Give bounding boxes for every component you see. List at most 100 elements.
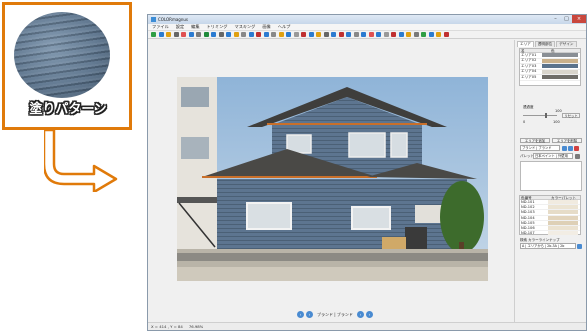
toolbar-tool-icon[interactable] [443, 32, 449, 37]
status-bar: X = 414 , Y = 84 76.98% [148, 322, 586, 330]
toolbar-tool-icon[interactable] [166, 32, 171, 37]
delete-pattern-icon[interactable] [574, 145, 579, 151]
canvas-area: ‹ ‹ ブランド | ブランド › › [148, 40, 515, 323]
toolbar-tool-icon[interactable] [323, 32, 329, 37]
toolbar-tool-icon[interactable] [203, 32, 209, 37]
toolbar-tool-icon[interactable] [211, 32, 216, 37]
area-name: エリア01 [521, 52, 537, 57]
toolbar-tool-icon[interactable] [256, 32, 261, 37]
toolbar-tool-icon[interactable] [301, 32, 306, 37]
toolbar-tool-icon[interactable] [278, 32, 284, 37]
edit-pattern-icon[interactable] [568, 145, 573, 151]
window-controls: – □ × [550, 15, 586, 24]
toolbar-tool-icon[interactable] [181, 32, 186, 37]
opacity-slider-track [523, 115, 557, 116]
toolbar-tool-icon[interactable] [413, 32, 419, 37]
search-icon[interactable] [577, 243, 582, 249]
window-title: COLORmagnus [158, 17, 188, 22]
menu-item[interactable]: ヘルプ [278, 24, 291, 30]
palette-col-color: カラーパレット [551, 196, 577, 200]
add-area-button[interactable]: エリアを追加 [520, 138, 550, 143]
opacity-slider-handle[interactable] [545, 113, 548, 118]
toolbar-tool-icon[interactable] [383, 32, 389, 37]
palette-color-code: ND-102 [521, 205, 535, 210]
tab-transparent[interactable]: 透明部位 [534, 41, 556, 47]
menu-item[interactable]: トリミング [207, 24, 228, 30]
arrow-right-icon [44, 130, 118, 192]
palette-edit-icon[interactable] [575, 153, 580, 159]
palette-color-swatch [548, 231, 578, 236]
toolbar-tool-icon[interactable] [151, 32, 156, 37]
toolbar-tool-icon[interactable] [241, 32, 246, 37]
palette-color-code: ND-104 [521, 215, 535, 220]
toolbar-tool-icon[interactable] [271, 32, 276, 37]
prev-pattern-button-2[interactable]: ‹ [306, 311, 313, 318]
toolbar-tool-icon[interactable] [316, 32, 321, 37]
toolbar-tool-icon[interactable] [406, 32, 411, 37]
toolbar-tool-icon[interactable] [173, 32, 179, 37]
area-name: エリア04 [521, 69, 537, 74]
screenshot-root: 塗りパターン COLORmagnus – □ × ファイル 設定 編集 トリミング マス… [0, 0, 587, 331]
toolbar-tool-icon[interactable] [428, 32, 434, 37]
menu-item[interactable]: 編集 [191, 24, 199, 30]
toolbar-tool-icon[interactable] [308, 32, 314, 37]
area-color-swatch [542, 64, 578, 69]
cursor-coordinates: X = 414 , Y = 84 [151, 324, 183, 329]
palette-select[interactable]: 日本ペイント | 外壁用 [533, 153, 573, 159]
opacity-label: 透過度 [523, 105, 534, 109]
maximize-button[interactable]: □ [561, 15, 572, 23]
opacity-max-label-2: 100 [553, 120, 560, 124]
palette-row[interactable]: ND-107 [520, 231, 580, 237]
palette-color-swatch [548, 205, 578, 210]
toolbar-tool-icon[interactable] [293, 32, 299, 37]
next-pattern-button-2[interactable]: › [365, 311, 373, 318]
palette-table: 色番号 カラーパレット ND-101 ND-102 ND-103 ND-104 ND-1… [519, 195, 581, 237]
area-row[interactable]: エリア05 [520, 75, 580, 81]
menu-item[interactable]: 設定 [176, 24, 184, 30]
next-pattern-button[interactable]: › [356, 311, 364, 318]
pattern-select[interactable]: ブランド | ブランド [520, 145, 560, 151]
toolbar-tool-icon[interactable] [398, 32, 404, 37]
delete-area-button[interactable]: エリアを削除 [552, 138, 582, 143]
pattern-callout: 塗りパターン [2, 2, 132, 130]
toolbar-tool-icon[interactable] [263, 32, 269, 37]
toolbar-tool-icon[interactable] [218, 32, 224, 37]
toolbar-tool-icon[interactable] [331, 32, 336, 37]
menu-item[interactable]: ファイル [152, 24, 169, 30]
opacity-min-label: 0 [523, 120, 526, 124]
toolbar-tool-icon[interactable] [421, 32, 426, 37]
house-photo[interactable] [177, 77, 488, 281]
toolbar-tool-icon[interactable] [248, 32, 254, 37]
menu-bar: ファイル 設定 編集 トリミング マスキング 画像 ヘルプ [148, 24, 586, 31]
toolbar-tool-icon[interactable] [376, 32, 381, 37]
toolbar-tool-icon[interactable] [158, 32, 164, 37]
toolbar-tool-icon[interactable] [391, 32, 396, 37]
prev-pattern-button[interactable]: ‹ [297, 311, 304, 318]
tab-area[interactable]: エリア [517, 41, 534, 47]
toolbar-tool-icon[interactable] [196, 32, 201, 37]
toolbar-tool-icon[interactable] [188, 32, 194, 37]
toolbar-tool-icon[interactable] [361, 32, 366, 37]
toolbar-tool-icon[interactable] [286, 32, 291, 37]
apply-pattern-icon[interactable] [562, 145, 567, 151]
toolbar-tool-icon[interactable] [346, 32, 351, 37]
toolbar-tool-icon[interactable] [368, 32, 374, 37]
reset-button[interactable]: リセット [562, 113, 580, 118]
palette-preview-box [520, 161, 582, 191]
tab-design[interactable]: デザイン [556, 41, 577, 47]
menu-item[interactable]: マスキング [235, 24, 256, 30]
palette-color-swatch [548, 215, 578, 220]
toolbar-tool-icon[interactable] [436, 32, 441, 37]
search-select[interactable]: A | エリアから | 2b-3A | 2b [520, 243, 576, 249]
toolbar-tool-icon[interactable] [226, 32, 231, 37]
toolbar-tool-icon[interactable] [233, 32, 239, 37]
minimize-button[interactable]: – [550, 15, 561, 23]
area-color-swatch [542, 75, 578, 80]
palette-label: パレット [520, 154, 534, 158]
palette-color-swatch [548, 200, 578, 205]
toolbar-tool-icon[interactable] [353, 32, 359, 37]
toolbar-tool-icon[interactable] [338, 32, 344, 37]
toolbar [148, 31, 586, 39]
menu-item[interactable]: 画像 [262, 24, 270, 30]
close-button[interactable]: × [572, 15, 586, 23]
